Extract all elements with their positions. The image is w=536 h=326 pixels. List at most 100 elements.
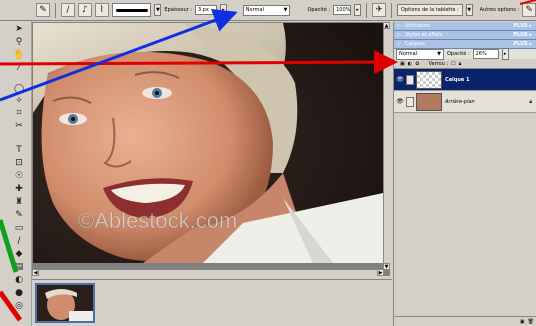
palette-title: Calques bbox=[404, 41, 425, 47]
brush-tool-icon[interactable]: ∕ bbox=[60, 3, 75, 17]
new-layer-icon[interactable]: ▣ bbox=[400, 61, 405, 67]
mode-value: Normal bbox=[245, 7, 264, 13]
paint-bucket-icon[interactable]: ◆ bbox=[12, 248, 26, 260]
airbrush-icon[interactable]: ✈ bbox=[372, 3, 386, 17]
delete-layer-icon[interactable]: ♻ bbox=[415, 61, 419, 67]
brush-variant-icon[interactable]: ♪ bbox=[77, 3, 92, 17]
lasso-tool-icon[interactable]: ◯ bbox=[12, 83, 26, 95]
palette-more-button[interactable]: PLUS ▸ bbox=[513, 41, 532, 47]
chevron-right-icon[interactable]: ▸ bbox=[501, 48, 509, 60]
epaisseur-label: Epaisseur : bbox=[164, 7, 192, 13]
layer-row[interactable]: 👁︎ Arrière-plan 🔒︎ bbox=[394, 91, 536, 113]
scroll-right-icon[interactable]: ▶ bbox=[377, 269, 384, 276]
red-eye-icon[interactable]: ☉ bbox=[12, 170, 26, 182]
options-bar: ✎ ∕ ♪ ⌇ ▼ Epaisseur : 3 px ▸ Normal ▼ Op… bbox=[0, 0, 536, 21]
epaisseur-field[interactable]: 3 px bbox=[194, 5, 217, 15]
adjustment-layer-icon[interactable]: ◐ bbox=[408, 61, 412, 67]
lock-icon: 🔒︎ bbox=[529, 98, 532, 105]
divider bbox=[366, 2, 368, 18]
lock-label: Verrou : bbox=[428, 60, 449, 67]
eye-icon[interactable]: 👁︎ bbox=[396, 98, 404, 106]
brush-preview[interactable] bbox=[111, 3, 152, 17]
layers-blend-row: Normal ▼ Opacité : 26% ▸ bbox=[394, 48, 536, 60]
brush-options-icon[interactable]: ✎ bbox=[522, 3, 536, 17]
layers-empty-area bbox=[394, 130, 536, 316]
opacity-field[interactable]: 100% bbox=[333, 5, 352, 15]
scroll-down-icon[interactable]: ▼ bbox=[383, 263, 390, 270]
palette-well: ▷ Utilisation PLUS ▸ ▷ Styles et effets PL… bbox=[393, 22, 536, 326]
eraser-icon[interactable]: ▭ bbox=[12, 222, 26, 234]
text-tool-icon[interactable]: T bbox=[12, 144, 26, 156]
new-layer-icon[interactable]: ▣ bbox=[520, 319, 525, 325]
chevron-down-icon[interactable]: ▼ bbox=[465, 4, 473, 16]
blur-tool-icon[interactable]: ● bbox=[12, 287, 26, 299]
eyedropper-tool-icon[interactable]: ⁄ bbox=[12, 62, 26, 74]
chevron-down-icon: ▼ bbox=[437, 51, 441, 57]
thumbnail-image bbox=[37, 285, 93, 321]
blend-mode-value: Normal bbox=[399, 51, 418, 57]
chevron-down-icon: ▼ bbox=[283, 7, 288, 13]
healing-brush-icon[interactable]: ✚ bbox=[12, 183, 26, 195]
expand-triangle-icon[interactable]: ▷ bbox=[397, 23, 401, 29]
magic-wand-icon[interactable]: ✧ bbox=[12, 95, 26, 107]
brush-icon[interactable]: ∕ bbox=[12, 235, 26, 247]
portrait-photo[interactable]: ©Ablestock.com bbox=[33, 23, 383, 263]
brush-alt-icon[interactable]: ⌇ bbox=[94, 3, 109, 17]
cookie-cutter-icon[interactable]: ✂ bbox=[12, 120, 26, 132]
lock-transparency-checkbox[interactable]: ☐ bbox=[451, 61, 455, 67]
clone-stamp-icon[interactable]: ♜ bbox=[12, 196, 26, 208]
palette-title: Utilisation bbox=[404, 23, 430, 29]
mode-select[interactable]: Normal ▼ bbox=[242, 4, 291, 16]
tablet-options-button[interactable]: Options de la tablette : bbox=[397, 4, 463, 16]
divider bbox=[54, 2, 56, 18]
brush-link-icon[interactable] bbox=[406, 74, 414, 85]
chevron-right-icon[interactable]: ▸ bbox=[354, 4, 362, 16]
layer-opacity-label: Opacité : bbox=[447, 51, 470, 57]
move-tool-icon[interactable]: ➤ bbox=[12, 23, 26, 35]
link-icon[interactable] bbox=[406, 96, 414, 107]
palette-footer: ▣ 🗑︎ bbox=[394, 316, 536, 326]
hand-tool-icon[interactable]: ✋ bbox=[12, 49, 26, 61]
watermark-text: ©Ablestock.com bbox=[78, 208, 237, 233]
expand-triangle-icon[interactable]: ▷ bbox=[397, 32, 401, 38]
pencil-icon[interactable]: ✎ bbox=[12, 209, 26, 221]
palette-tab-styles[interactable]: ▷ Styles et effets PLUS ▸ bbox=[394, 31, 536, 40]
other-options-label: Autres options : bbox=[479, 7, 520, 13]
palette-tab-utilisation[interactable]: ▷ Utilisation PLUS ▸ bbox=[394, 22, 536, 31]
palette-title: Styles et effets bbox=[404, 32, 443, 38]
chevron-down-icon[interactable]: ▸ bbox=[219, 4, 227, 16]
opacity-label: Opacité : bbox=[307, 7, 331, 13]
photo-bin bbox=[32, 279, 392, 326]
collapse-triangle-icon[interactable]: ▽ bbox=[397, 41, 401, 47]
document-window: ©Ablestock.com ▲ ▼ ◀ ▶ bbox=[32, 22, 390, 276]
layer-row-selected[interactable]: 👁︎ Calque 1 bbox=[394, 69, 536, 91]
pencil-tool-icon[interactable]: ✎ bbox=[36, 3, 50, 17]
layer-name: Arrière-plan bbox=[445, 98, 475, 105]
blend-mode-select[interactable]: Normal ▼ bbox=[396, 48, 444, 60]
photo-thumbnail[interactable] bbox=[35, 283, 95, 323]
layer-name: Calque 1 bbox=[445, 76, 470, 83]
sponge-tool-icon[interactable]: ◎ bbox=[12, 300, 26, 312]
eye-icon[interactable]: 👁︎ bbox=[396, 76, 404, 84]
scroll-left-icon[interactable]: ◀ bbox=[32, 269, 39, 276]
zoom-tool-icon[interactable]: ⚲ bbox=[12, 36, 26, 48]
vertical-scrollbar[interactable]: ▲ ▼ bbox=[383, 22, 390, 270]
palette-more-button[interactable]: PLUS ▸ bbox=[513, 32, 532, 38]
chevron-down-icon[interactable]: ▼ bbox=[154, 4, 162, 16]
crop-tool-icon[interactable]: ⌗ bbox=[12, 107, 26, 119]
horizontal-scrollbar[interactable]: ◀ ▶ bbox=[32, 269, 384, 276]
layers-lock-row: ▣ ◐ ♻ Verrou : ☐ 🔒︎ bbox=[394, 59, 536, 69]
layer-thumbnail bbox=[416, 70, 442, 89]
crop-icon[interactable]: ⊡ bbox=[12, 157, 26, 169]
gradient-icon[interactable]: ▤ bbox=[12, 261, 26, 273]
shape-icon[interactable]: ◐ bbox=[12, 274, 26, 286]
app-window: ✎ ∕ ♪ ⌇ ▼ Epaisseur : 3 px ▸ Normal ▼ Op… bbox=[0, 0, 536, 326]
scroll-up-icon[interactable]: ▲ bbox=[383, 22, 390, 29]
portrait-image: ©Ablestock.com bbox=[33, 23, 383, 263]
trash-icon[interactable]: 🗑︎ bbox=[528, 319, 534, 325]
divider bbox=[391, 2, 392, 18]
layer-opacity-field[interactable]: 26% bbox=[472, 49, 499, 59]
palette-more-button[interactable]: PLUS ▸ bbox=[513, 23, 532, 29]
lock-icon[interactable]: 🔒︎ bbox=[459, 61, 462, 67]
toolbox: ➤ ⚲ ✋ ⁄ ◯ ✧ ⌗ ✂ T ⊡ ☉ ✚ ♜ ✎ ▭ ∕ ◆ ▤ ◐ ● … bbox=[0, 21, 32, 326]
